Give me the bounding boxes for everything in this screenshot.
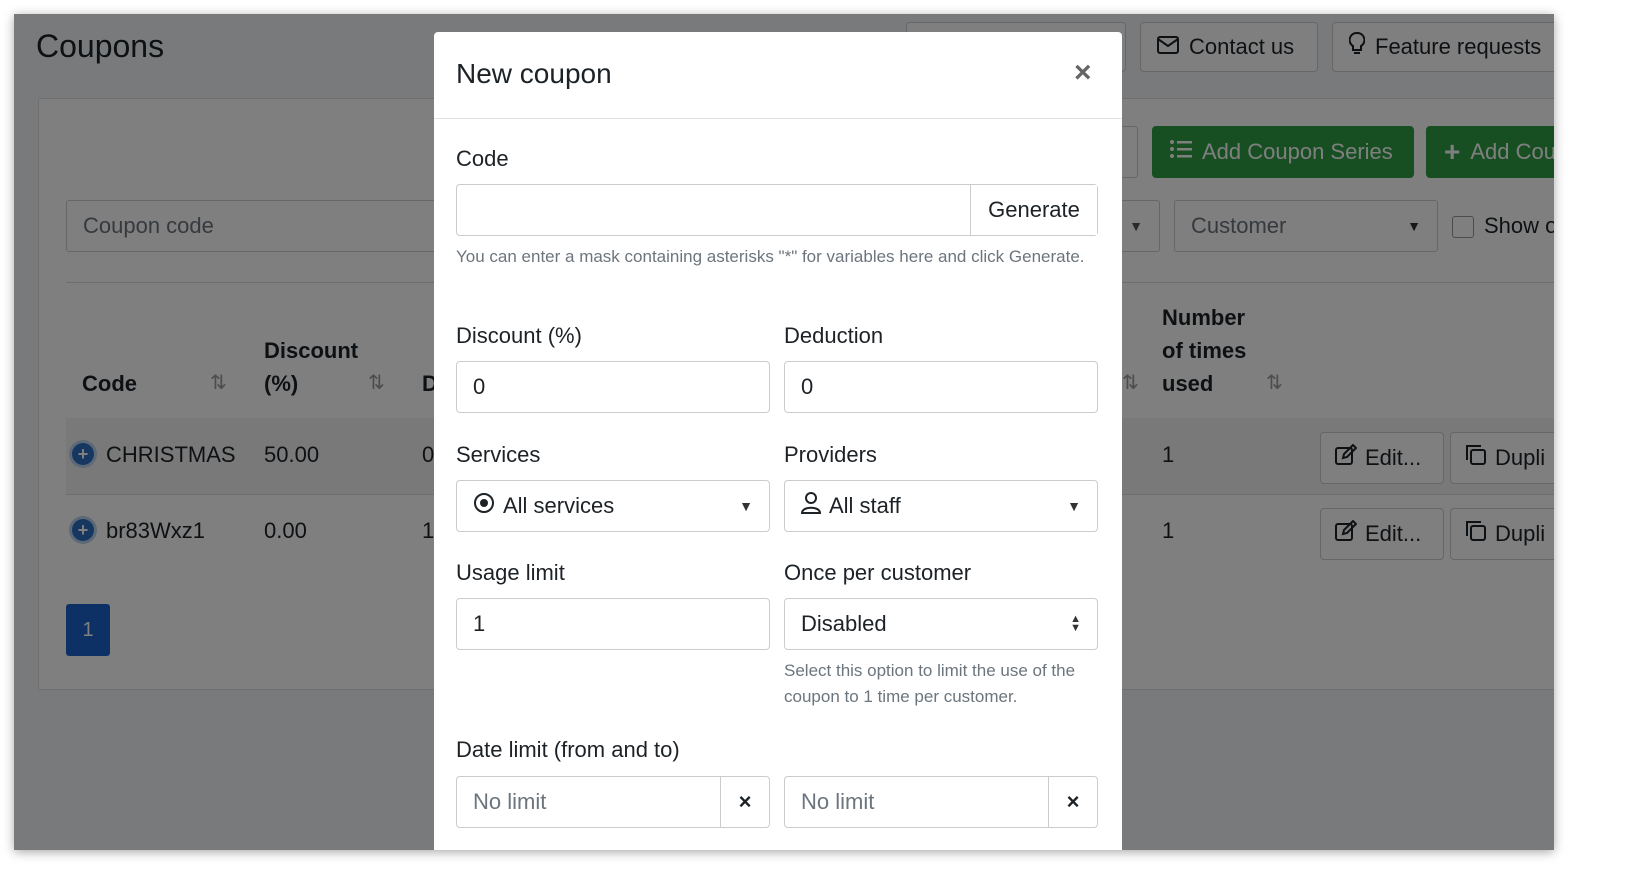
date-to-input[interactable]: No limit	[785, 777, 1048, 827]
providers-dropdown[interactable]: All staff ▼	[784, 480, 1098, 532]
app-frame: Coupons Contact us Feature requests Add …	[14, 14, 1554, 850]
code-input-group: Generate	[456, 184, 1098, 236]
new-coupon-modal: New coupon × Code Generate You can enter…	[434, 32, 1122, 850]
providers-label: Providers	[784, 442, 877, 467]
caret-down-icon: ▼	[1067, 498, 1081, 514]
deduction-input[interactable]: 0	[784, 361, 1098, 413]
date-from-input[interactable]: No limit	[457, 777, 720, 827]
generate-button[interactable]: Generate	[970, 185, 1097, 235]
code-input[interactable]	[457, 185, 970, 235]
caret-down-icon: ▼	[739, 498, 753, 514]
providers-value: All staff	[829, 493, 901, 518]
date-limit-label: Date limit (from and to)	[456, 737, 680, 762]
date-to-group: No limit ×	[784, 776, 1098, 828]
code-label: Code	[456, 146, 509, 171]
code-help-text: You can enter a mask containing asterisk…	[456, 247, 1085, 266]
deduction-label: Deduction	[784, 323, 884, 348]
services-value: All services	[503, 493, 615, 518]
services-dropdown[interactable]: All services ▼	[456, 480, 770, 532]
usage-limit-label: Usage limit	[456, 560, 565, 585]
services-label: Services	[456, 442, 541, 467]
discount-input[interactable]: 0	[456, 361, 770, 413]
once-per-customer-label: Once per customer	[784, 560, 972, 585]
usage-limit-input[interactable]: 1	[456, 598, 770, 650]
discount-label: Discount (%)	[456, 323, 582, 348]
date-from-group: No limit ×	[456, 776, 770, 828]
user-icon	[800, 492, 822, 520]
clear-date-from-button[interactable]: ×	[720, 777, 769, 827]
once-per-customer-value: Disabled	[801, 611, 887, 636]
radio-dot-icon	[473, 492, 495, 520]
once-per-customer-select[interactable]: Disabled ▲ ▼	[784, 598, 1098, 650]
modal-title: New coupon	[456, 58, 612, 89]
close-icon[interactable]: ×	[1074, 56, 1092, 90]
once-per-customer-help: Select this option to limit the use of t…	[784, 661, 1076, 706]
select-arrows-icon: ▲ ▼	[1070, 613, 1081, 634]
clear-date-to-button[interactable]: ×	[1048, 777, 1097, 827]
